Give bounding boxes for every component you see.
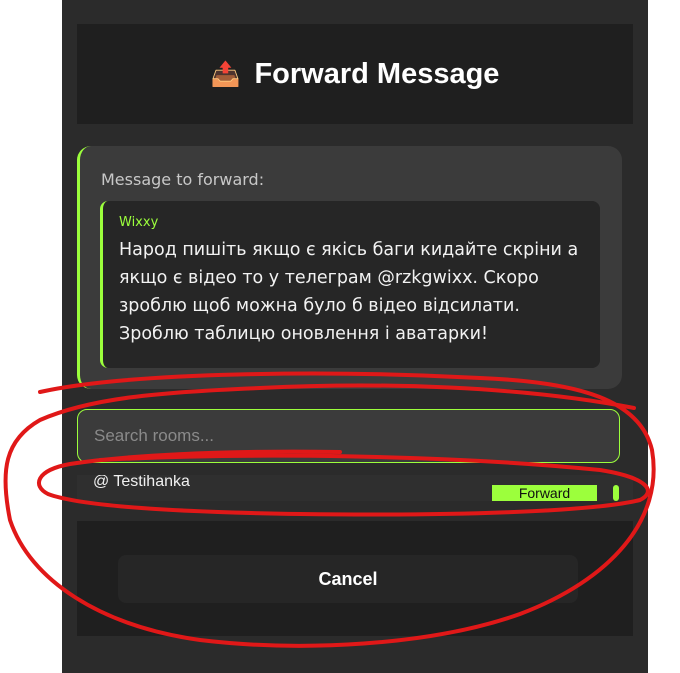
preview-label: Message to forward: (101, 170, 265, 189)
room-list: @ Testihanka Forward (77, 475, 633, 501)
message-preview-card: Message to forward: Wixxy Народ пишіть я… (77, 146, 622, 389)
message-sender: Wixxy (119, 215, 159, 230)
room-list-scrollbar[interactable] (613, 485, 619, 501)
cancel-button[interactable]: Cancel (118, 555, 578, 603)
forward-button[interactable]: Forward (492, 485, 597, 501)
modal-header: 📤 Forward Message (77, 24, 633, 124)
modal-title: Forward Message (254, 57, 500, 90)
message-bubble: Wixxy Народ пишіть якщо є якісь баги кид… (100, 201, 600, 368)
outbox-tray-icon: 📤 (210, 60, 241, 88)
room-name: @ Testihanka (93, 475, 190, 490)
message-text: Народ пишіть якщо є якісь баги кидайте с… (119, 240, 579, 344)
search-rooms-input[interactable] (77, 409, 620, 463)
forward-message-modal: 📤 Forward Message Message to forward: Wi… (62, 0, 648, 673)
modal-footer: Cancel (77, 521, 633, 636)
